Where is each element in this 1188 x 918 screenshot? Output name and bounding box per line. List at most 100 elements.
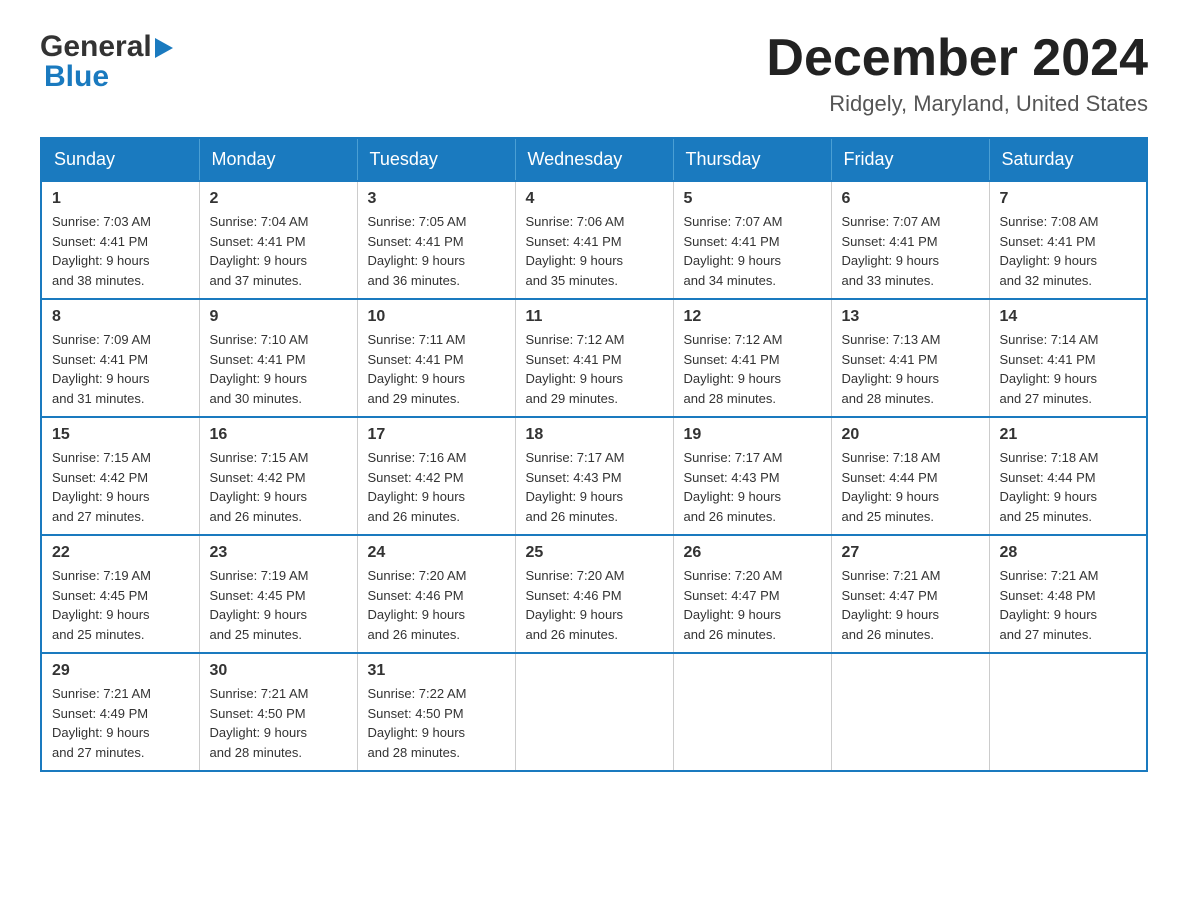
calendar-day-cell	[831, 653, 989, 771]
day-info: Sunrise: 7:21 AM Sunset: 4:50 PM Dayligh…	[210, 684, 347, 762]
calendar-week-row: 1 Sunrise: 7:03 AM Sunset: 4:41 PM Dayli…	[41, 181, 1147, 299]
day-number: 15	[52, 426, 189, 444]
day-info: Sunrise: 7:18 AM Sunset: 4:44 PM Dayligh…	[842, 448, 979, 526]
day-number: 25	[526, 544, 663, 562]
calendar-day-cell: 18 Sunrise: 7:17 AM Sunset: 4:43 PM Dayl…	[515, 417, 673, 535]
day-info: Sunrise: 7:17 AM Sunset: 4:43 PM Dayligh…	[684, 448, 821, 526]
calendar-day-cell: 14 Sunrise: 7:14 AM Sunset: 4:41 PM Dayl…	[989, 299, 1147, 417]
day-number: 13	[842, 308, 979, 326]
calendar-day-cell: 22 Sunrise: 7:19 AM Sunset: 4:45 PM Dayl…	[41, 535, 199, 653]
calendar-week-row: 15 Sunrise: 7:15 AM Sunset: 4:42 PM Dayl…	[41, 417, 1147, 535]
day-number: 6	[842, 190, 979, 208]
day-info: Sunrise: 7:19 AM Sunset: 4:45 PM Dayligh…	[210, 566, 347, 644]
logo-general-text: General	[40, 30, 152, 64]
day-info: Sunrise: 7:15 AM Sunset: 4:42 PM Dayligh…	[210, 448, 347, 526]
day-number: 21	[1000, 426, 1137, 444]
calendar-day-cell: 27 Sunrise: 7:21 AM Sunset: 4:47 PM Dayl…	[831, 535, 989, 653]
day-info: Sunrise: 7:07 AM Sunset: 4:41 PM Dayligh…	[684, 212, 821, 290]
day-number: 14	[1000, 308, 1137, 326]
calendar-week-row: 29 Sunrise: 7:21 AM Sunset: 4:49 PM Dayl…	[41, 653, 1147, 771]
calendar-day-cell: 6 Sunrise: 7:07 AM Sunset: 4:41 PM Dayli…	[831, 181, 989, 299]
day-number: 3	[368, 190, 505, 208]
day-info: Sunrise: 7:15 AM Sunset: 4:42 PM Dayligh…	[52, 448, 189, 526]
calendar-day-cell: 26 Sunrise: 7:20 AM Sunset: 4:47 PM Dayl…	[673, 535, 831, 653]
day-info: Sunrise: 7:11 AM Sunset: 4:41 PM Dayligh…	[368, 330, 505, 408]
calendar-day-cell: 9 Sunrise: 7:10 AM Sunset: 4:41 PM Dayli…	[199, 299, 357, 417]
logo-arrow-icon	[155, 34, 177, 62]
day-info: Sunrise: 7:10 AM Sunset: 4:41 PM Dayligh…	[210, 330, 347, 408]
calendar-day-cell: 19 Sunrise: 7:17 AM Sunset: 4:43 PM Dayl…	[673, 417, 831, 535]
day-number: 30	[210, 662, 347, 680]
calendar-day-header: Wednesday	[515, 138, 673, 181]
day-number: 20	[842, 426, 979, 444]
calendar-day-cell: 20 Sunrise: 7:18 AM Sunset: 4:44 PM Dayl…	[831, 417, 989, 535]
calendar-day-cell: 3 Sunrise: 7:05 AM Sunset: 4:41 PM Dayli…	[357, 181, 515, 299]
logo: General Blue	[40, 30, 177, 94]
day-info: Sunrise: 7:17 AM Sunset: 4:43 PM Dayligh…	[526, 448, 663, 526]
day-info: Sunrise: 7:20 AM Sunset: 4:46 PM Dayligh…	[368, 566, 505, 644]
calendar-day-cell: 24 Sunrise: 7:20 AM Sunset: 4:46 PM Dayl…	[357, 535, 515, 653]
day-number: 22	[52, 544, 189, 562]
day-info: Sunrise: 7:08 AM Sunset: 4:41 PM Dayligh…	[1000, 212, 1137, 290]
calendar-day-cell: 15 Sunrise: 7:15 AM Sunset: 4:42 PM Dayl…	[41, 417, 199, 535]
calendar-day-cell: 28 Sunrise: 7:21 AM Sunset: 4:48 PM Dayl…	[989, 535, 1147, 653]
day-info: Sunrise: 7:18 AM Sunset: 4:44 PM Dayligh…	[1000, 448, 1137, 526]
calendar-week-row: 22 Sunrise: 7:19 AM Sunset: 4:45 PM Dayl…	[41, 535, 1147, 653]
calendar-table: SundayMondayTuesdayWednesdayThursdayFrid…	[40, 137, 1148, 772]
calendar-week-row: 8 Sunrise: 7:09 AM Sunset: 4:41 PM Dayli…	[41, 299, 1147, 417]
calendar-day-cell: 23 Sunrise: 7:19 AM Sunset: 4:45 PM Dayl…	[199, 535, 357, 653]
day-number: 18	[526, 426, 663, 444]
month-title: December 2024	[766, 30, 1148, 87]
day-info: Sunrise: 7:21 AM Sunset: 4:49 PM Dayligh…	[52, 684, 189, 762]
day-info: Sunrise: 7:07 AM Sunset: 4:41 PM Dayligh…	[842, 212, 979, 290]
calendar-day-cell: 7 Sunrise: 7:08 AM Sunset: 4:41 PM Dayli…	[989, 181, 1147, 299]
day-number: 10	[368, 308, 505, 326]
day-number: 19	[684, 426, 821, 444]
day-number: 16	[210, 426, 347, 444]
day-number: 17	[368, 426, 505, 444]
day-number: 7	[1000, 190, 1137, 208]
day-number: 29	[52, 662, 189, 680]
page-header: General Blue December 2024 Ridgely, Mary…	[40, 30, 1148, 117]
calendar-day-header: Monday	[199, 138, 357, 181]
day-info: Sunrise: 7:09 AM Sunset: 4:41 PM Dayligh…	[52, 330, 189, 408]
day-info: Sunrise: 7:21 AM Sunset: 4:47 PM Dayligh…	[842, 566, 979, 644]
day-number: 4	[526, 190, 663, 208]
day-info: Sunrise: 7:14 AM Sunset: 4:41 PM Dayligh…	[1000, 330, 1137, 408]
day-number: 11	[526, 308, 663, 326]
calendar-day-header: Friday	[831, 138, 989, 181]
calendar-day-cell	[673, 653, 831, 771]
day-number: 2	[210, 190, 347, 208]
day-number: 28	[1000, 544, 1137, 562]
calendar-day-cell: 5 Sunrise: 7:07 AM Sunset: 4:41 PM Dayli…	[673, 181, 831, 299]
day-number: 8	[52, 308, 189, 326]
calendar-day-cell	[515, 653, 673, 771]
day-info: Sunrise: 7:04 AM Sunset: 4:41 PM Dayligh…	[210, 212, 347, 290]
day-info: Sunrise: 7:05 AM Sunset: 4:41 PM Dayligh…	[368, 212, 505, 290]
day-number: 27	[842, 544, 979, 562]
day-info: Sunrise: 7:21 AM Sunset: 4:48 PM Dayligh…	[1000, 566, 1137, 644]
calendar-day-cell: 21 Sunrise: 7:18 AM Sunset: 4:44 PM Dayl…	[989, 417, 1147, 535]
day-number: 24	[368, 544, 505, 562]
calendar-day-cell: 11 Sunrise: 7:12 AM Sunset: 4:41 PM Dayl…	[515, 299, 673, 417]
day-number: 23	[210, 544, 347, 562]
day-info: Sunrise: 7:03 AM Sunset: 4:41 PM Dayligh…	[52, 212, 189, 290]
calendar-day-header: Sunday	[41, 138, 199, 181]
calendar-day-cell: 4 Sunrise: 7:06 AM Sunset: 4:41 PM Dayli…	[515, 181, 673, 299]
calendar-day-cell: 8 Sunrise: 7:09 AM Sunset: 4:41 PM Dayli…	[41, 299, 199, 417]
calendar-day-cell: 2 Sunrise: 7:04 AM Sunset: 4:41 PM Dayli…	[199, 181, 357, 299]
logo-blue-text: Blue	[44, 60, 109, 93]
day-info: Sunrise: 7:20 AM Sunset: 4:46 PM Dayligh…	[526, 566, 663, 644]
day-info: Sunrise: 7:16 AM Sunset: 4:42 PM Dayligh…	[368, 448, 505, 526]
calendar-day-cell	[989, 653, 1147, 771]
day-number: 31	[368, 662, 505, 680]
day-number: 1	[52, 190, 189, 208]
calendar-day-cell: 1 Sunrise: 7:03 AM Sunset: 4:41 PM Dayli…	[41, 181, 199, 299]
calendar-day-header: Tuesday	[357, 138, 515, 181]
calendar-day-cell: 31 Sunrise: 7:22 AM Sunset: 4:50 PM Dayl…	[357, 653, 515, 771]
calendar-day-cell: 12 Sunrise: 7:12 AM Sunset: 4:41 PM Dayl…	[673, 299, 831, 417]
day-number: 12	[684, 308, 821, 326]
day-info: Sunrise: 7:12 AM Sunset: 4:41 PM Dayligh…	[684, 330, 821, 408]
calendar-day-header: Saturday	[989, 138, 1147, 181]
day-number: 9	[210, 308, 347, 326]
